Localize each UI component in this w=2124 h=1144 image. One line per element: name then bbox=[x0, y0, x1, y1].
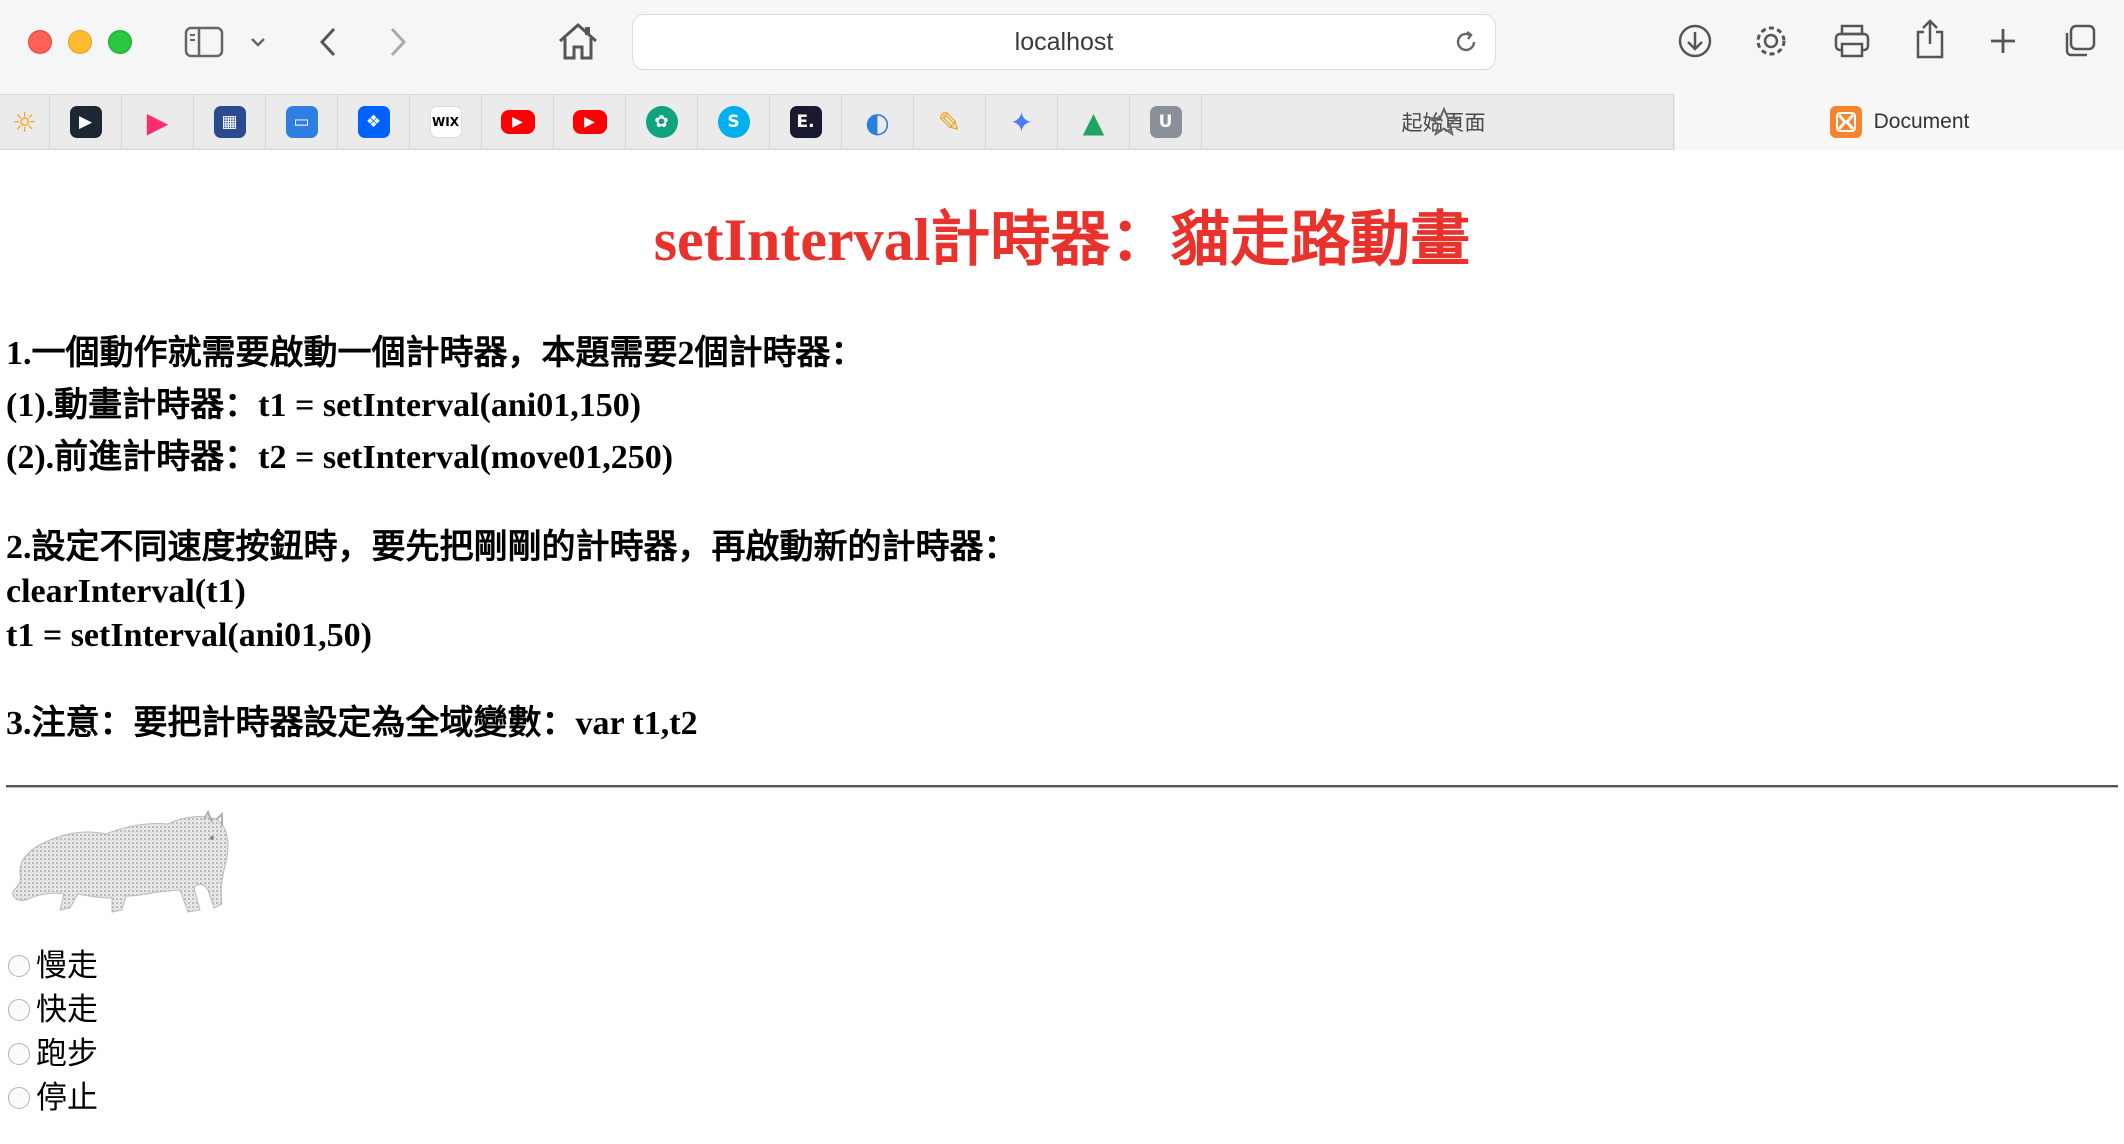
zoom-window-button[interactable] bbox=[108, 30, 132, 54]
star-icon bbox=[1428, 107, 1459, 137]
favorite-gemini-sparkle[interactable]: ✦ bbox=[986, 95, 1058, 149]
elementor-icon: E. bbox=[789, 106, 822, 138]
favorite-arrow-logo[interactable]: ▶ bbox=[50, 95, 122, 149]
browser-toolbar: localhost bbox=[0, 0, 2124, 94]
youku-icon: ▶ bbox=[146, 105, 169, 139]
favorite-youtube[interactable]: ▶ bbox=[482, 95, 554, 149]
print-icon[interactable] bbox=[1832, 22, 1872, 60]
share-icon[interactable] bbox=[1912, 18, 1948, 60]
favorites-bar: ☼ ▶ ▶ ▦ ▭ ❖ WIX ▶ ▶ ✿ S E. ◐ ✎ ✦ ▲ U 起始頁面 Document bbox=[0, 94, 2124, 150]
favorite-skype[interactable]: S bbox=[698, 95, 770, 149]
option-fast-walk-label: 快走 bbox=[36, 992, 98, 1027]
option-slow-walk[interactable]: 慢走 bbox=[8, 946, 98, 986]
divider bbox=[6, 785, 2118, 788]
favorite-pencil-logo[interactable]: ✎ bbox=[914, 95, 986, 149]
xampp-icon bbox=[1829, 106, 1862, 138]
instruction-line-4: 2.設定不同速度按鈕時，要先把剛剛的計時器，再啟動新的計時器： bbox=[6, 529, 1018, 566]
option-run[interactable]: 跑步 bbox=[8, 1034, 98, 1074]
cat-image bbox=[12, 810, 229, 913]
option-slow-walk-label: 慢走 bbox=[36, 948, 98, 983]
page-title: setInterval計時器：貓走路動畫 bbox=[653, 207, 1471, 273]
favorite-edge[interactable]: ◐ bbox=[842, 95, 914, 149]
pencil-logo-icon: ✎ bbox=[937, 105, 962, 139]
monitor-icon: ▭ bbox=[285, 106, 318, 138]
chevron-down-icon[interactable] bbox=[246, 30, 270, 54]
instruction-line-1: 1.一個動作就需要啟動一個計時器，本題需要2個計時器： bbox=[6, 335, 865, 372]
radio-run[interactable] bbox=[8, 1043, 30, 1065]
forward-arrow-icon[interactable] bbox=[380, 24, 416, 60]
instruction-line-2: (1).動畫計時器：t1 = setInterval(ani01,150) bbox=[6, 387, 642, 424]
tab-start-page[interactable]: 起始頁面 bbox=[1214, 95, 1674, 149]
favorite-youtube-icon-2[interactable]: ▶ bbox=[554, 95, 626, 149]
sun-icon: ☼ bbox=[11, 105, 38, 139]
option-fast-walk[interactable]: 快走 bbox=[8, 990, 98, 1030]
wix-icon: WIX bbox=[429, 106, 462, 138]
youtube-icon: ▶ bbox=[500, 110, 535, 134]
favorite-youku[interactable]: ▶ bbox=[122, 95, 194, 149]
home-icon[interactable] bbox=[556, 20, 600, 62]
page-content: setInterval計時器：貓走路動畫 1.一個動作就需要啟動一個計時器，本題… bbox=[0, 150, 2124, 1144]
tab-overview-icon[interactable] bbox=[2060, 22, 2098, 60]
download-icon[interactable] bbox=[1676, 22, 1714, 60]
favorite-chatgpt[interactable]: ✿ bbox=[626, 95, 698, 149]
tab-document[interactable]: Document bbox=[1675, 94, 2124, 150]
favorite-wix[interactable]: WIX bbox=[410, 95, 482, 149]
option-stop-label: 停止 bbox=[36, 1080, 98, 1115]
tab-document-label: Document bbox=[1873, 110, 1970, 133]
option-stop[interactable]: 停止 bbox=[8, 1078, 98, 1118]
layout-icon: ▦ bbox=[213, 106, 246, 138]
edge-icon: ◐ bbox=[865, 105, 890, 139]
close-window-button[interactable] bbox=[28, 30, 52, 54]
arrow-logo-icon: ▶ bbox=[69, 106, 102, 138]
new-tab-plus-icon[interactable] bbox=[1986, 24, 2020, 58]
youtube-icon-2: ▶ bbox=[572, 110, 607, 134]
chatgpt-icon: ✿ bbox=[645, 106, 678, 138]
favorite-elementor[interactable]: E. bbox=[770, 95, 842, 149]
minimize-window-button[interactable] bbox=[68, 30, 92, 54]
skype-icon: S bbox=[717, 106, 750, 138]
address-bar[interactable]: localhost bbox=[632, 14, 1496, 70]
instruction-line-7: 3.注意：要把計時器設定為全域變數：var t1,t2 bbox=[6, 705, 698, 742]
dropbox-icon: ❖ bbox=[357, 106, 390, 138]
instruction-line-6: t1 = setInterval(ani01,50) bbox=[6, 617, 372, 654]
u-logo-icon: U bbox=[1149, 106, 1182, 138]
url-text: localhost bbox=[1014, 27, 1114, 56]
back-arrow-icon[interactable] bbox=[310, 24, 346, 60]
favorite-google-drive[interactable]: ▲ bbox=[1058, 95, 1130, 149]
favorite-monitor[interactable]: ▭ bbox=[266, 95, 338, 149]
option-run-label: 跑步 bbox=[36, 1036, 98, 1071]
favorite-layout[interactable]: ▦ bbox=[194, 95, 266, 149]
favorite-u-logo[interactable]: U bbox=[1130, 95, 1202, 149]
radio-slow-walk[interactable] bbox=[8, 955, 30, 977]
instruction-line-3: (2).前進計時器：t2 = setInterval(move01,250) bbox=[6, 439, 674, 476]
favorite-sun[interactable]: ☼ bbox=[0, 95, 50, 149]
gemini-sparkle-icon: ✦ bbox=[1009, 105, 1034, 139]
reload-icon[interactable] bbox=[1453, 29, 1479, 55]
gear-icon[interactable] bbox=[1752, 22, 1790, 60]
instruction-line-5: clearInterval(t1) bbox=[6, 573, 246, 610]
favorite-dropbox[interactable]: ❖ bbox=[338, 95, 410, 149]
google-drive-icon: ▲ bbox=[1082, 105, 1105, 139]
sidebar-toggle-icon[interactable] bbox=[182, 24, 226, 60]
radio-fast-walk[interactable] bbox=[8, 999, 30, 1021]
radio-stop[interactable] bbox=[8, 1087, 30, 1109]
